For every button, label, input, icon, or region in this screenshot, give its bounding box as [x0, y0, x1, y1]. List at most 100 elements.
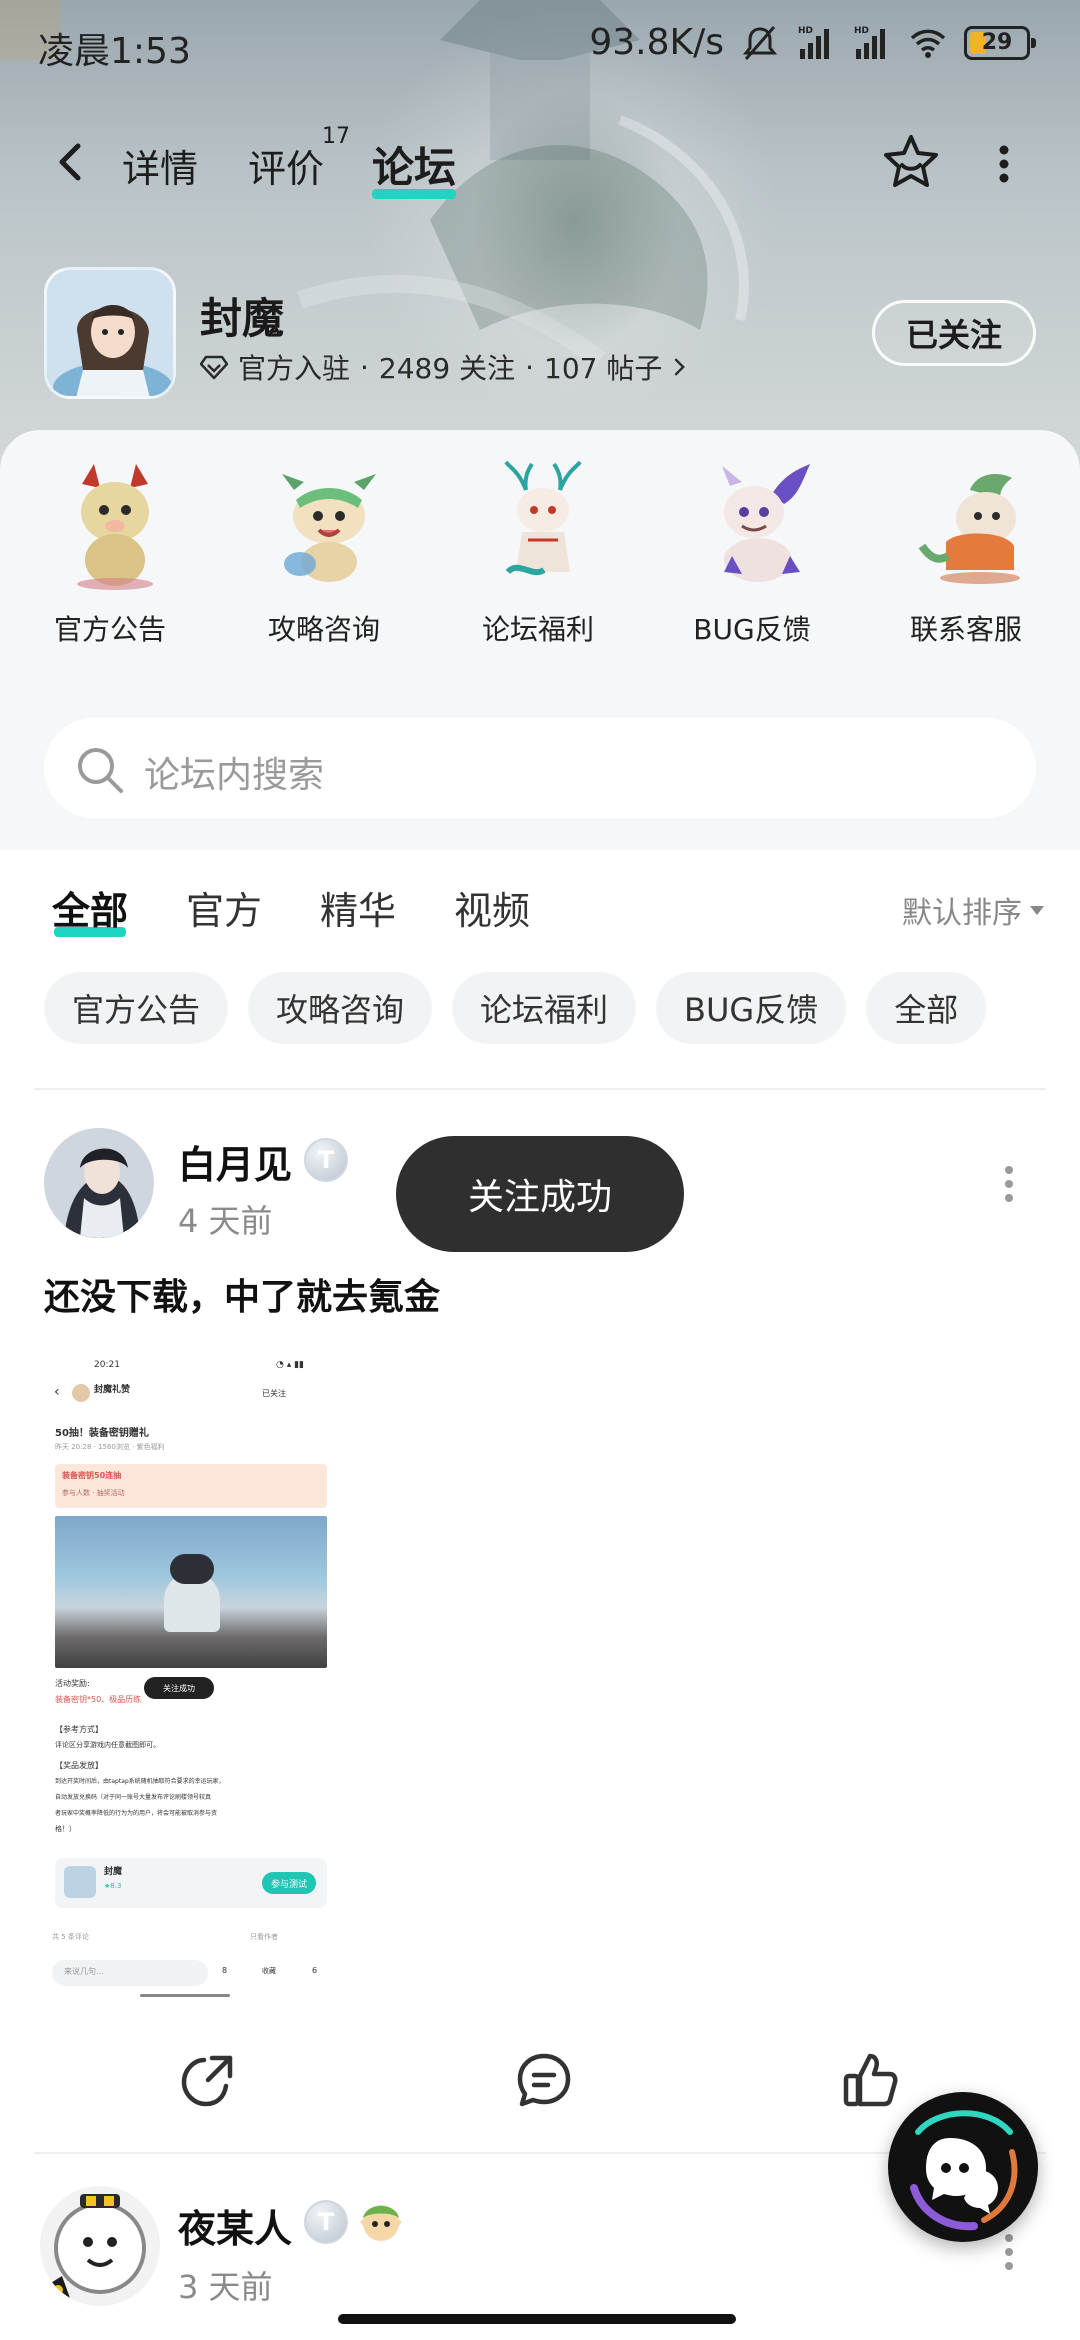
- character-badge-icon: [360, 2205, 402, 2241]
- game-info: 封魔 官方入驻 · 2489 关注 · 107 帖子 已关注: [0, 265, 1080, 405]
- category-bug-report[interactable]: BUG反馈: [652, 460, 852, 660]
- user-avatar-image: [40, 2186, 160, 2306]
- category-customer-service[interactable]: 联系客服: [866, 460, 1066, 660]
- post-count[interactable]: 107 帖子: [544, 347, 662, 387]
- category-benefits[interactable]: 论坛福利: [438, 460, 638, 660]
- favorite-star-icon[interactable]: [880, 132, 942, 194]
- shot-followed: 已关注: [262, 1389, 286, 1398]
- shot-fav-label: 收藏: [262, 1967, 276, 1975]
- shot-sec1-text: 评论区分享游戏内任意截图即可。: [55, 1741, 160, 1749]
- category-label: 论坛福利: [481, 613, 594, 646]
- category-label: BUG反馈: [693, 613, 811, 646]
- home-indicator[interactable]: [338, 2314, 736, 2324]
- wifi-icon: [910, 29, 946, 58]
- post-image[interactable]: 20:21 ◔ ▴ ▮▮ ‹ 封魔礼赞 已关注 50抽！装备密钥赠礼 昨天 20…: [44, 1354, 340, 2002]
- separator-dot: ·: [525, 350, 534, 384]
- bell-muted-icon: [742, 25, 778, 60]
- chip-strategy[interactable]: 攻略咨询: [248, 972, 433, 1044]
- chip-benefits[interactable]: 论坛福利: [452, 972, 637, 1044]
- post-author-name[interactable]: 白月见: [178, 1134, 292, 1189]
- post-author-name[interactable]: 夜某人: [178, 2198, 292, 2253]
- shot-comment-count: 6: [312, 1966, 318, 1975]
- game-header-banner: 凌晨1:53 93.8K/s HD HD 29 详情 评价 17 论坛 封魔 官…: [0, 0, 1080, 470]
- sort-label: 默认排序: [902, 896, 1022, 931]
- search-icon: [78, 748, 123, 793]
- post-filter-tabs: 全部 官方 精华 视频 默认排序: [0, 870, 1080, 950]
- shot-sec2-l1: 到达开奖时间后，由taptap系统随机抽取符合要求的幸运玩家，: [55, 1778, 225, 1785]
- shot-input-placeholder: 来说几句...: [64, 1967, 104, 1976]
- tab-details[interactable]: 详情: [122, 138, 198, 193]
- tab-reviews[interactable]: 评价 17: [248, 124, 350, 193]
- filter-tab-featured[interactable]: 精华: [320, 880, 396, 935]
- forum-sections-panel: 官方公告 攻略咨询 论坛福利 BUG反馈 联系客服 论坛内搜索: [0, 430, 1080, 850]
- signal-icon-2: HD: [854, 26, 885, 59]
- network-speed: 93.8K/s: [589, 22, 724, 63]
- section-chips: 官方公告 攻略咨询 论坛福利 BUG反馈 全部: [44, 972, 987, 1044]
- shot-sec2-l3: 者玩家中奖概率降低的行为为的用户，将会可能被取消参与资: [55, 1810, 218, 1817]
- shot-home-indicator: [140, 1994, 230, 1997]
- shot-app-title: 封魔礼赞: [94, 1385, 131, 1395]
- follower-count[interactable]: 2489 关注: [379, 347, 515, 387]
- share-icon[interactable]: [178, 2050, 238, 2110]
- chat-bubble-icon: [910, 2110, 1018, 2231]
- reviews-count-badge: 17: [322, 124, 351, 149]
- search-input[interactable]: 论坛内搜索: [144, 746, 324, 798]
- shot-post-meta: 昨天 20:28 · 1560浏览 · 紫色福利: [55, 1443, 165, 1451]
- filter-tab-official[interactable]: 官方: [186, 880, 262, 935]
- shot-author-filter: 只看作者: [250, 1933, 278, 1941]
- chip-official-notice[interactable]: 官方公告: [44, 972, 229, 1044]
- status-bar: 凌晨1:53 93.8K/s HD HD 29: [0, 0, 1080, 96]
- chip-all[interactable]: 全部: [866, 972, 987, 1044]
- shot-avatar: [72, 1384, 90, 1402]
- category-label: 攻略咨询: [267, 613, 380, 646]
- shot-reward-text: 装备密钥*50、极品历练: [55, 1695, 142, 1704]
- svg-text:HD: HD: [854, 26, 869, 36]
- shot-card-name: 封魔: [104, 1867, 123, 1877]
- shot-time: 20:21: [94, 1360, 120, 1370]
- tab-reviews-label: 评价: [248, 147, 325, 191]
- comment-icon[interactable]: [514, 2050, 574, 2110]
- avatar[interactable]: [44, 1128, 154, 1238]
- shot-join-button: 参与测试: [262, 1872, 316, 1894]
- game-stats: 官方入驻 · 2489 关注 · 107 帖子: [200, 347, 688, 387]
- tab-forum[interactable]: 论坛: [372, 134, 457, 199]
- category-label: 官方公告: [53, 613, 166, 646]
- battery-icon: 29: [964, 25, 1036, 60]
- svg-text:HD: HD: [798, 26, 813, 36]
- divider: [34, 1088, 1046, 1090]
- post-title[interactable]: 还没下载，中了就去氪金: [44, 1268, 440, 1320]
- post-more-icon[interactable]: [1002, 1164, 1016, 1204]
- chip-bug-report[interactable]: BUG反馈: [656, 972, 847, 1044]
- more-menu-icon[interactable]: [990, 140, 1018, 188]
- back-arrow-icon[interactable]: [50, 140, 94, 184]
- verified-diamond-icon: [200, 355, 228, 380]
- category-strategy[interactable]: 攻略咨询: [224, 460, 424, 660]
- game-icon[interactable]: [44, 267, 176, 399]
- dropdown-triangle-icon: [1030, 905, 1044, 915]
- category-official-notice[interactable]: 官方公告: [10, 460, 210, 660]
- status-time: 凌晨1:53: [38, 31, 191, 72]
- filter-tab-video[interactable]: 视频: [454, 880, 530, 935]
- post-time: 4 天前: [178, 1202, 273, 1240]
- shot-comments-count: 共 5 条评论: [52, 1933, 89, 1941]
- forum-search-bar[interactable]: 论坛内搜索: [44, 718, 1036, 818]
- shot-sec2-l2: 自动发放兑换码（对于同一账号大量发布评论刷楼领号较真: [55, 1794, 212, 1801]
- category-row: 官方公告 攻略咨询 论坛福利 BUG反馈 联系客服: [0, 460, 1080, 646]
- orange-lion-pet-icon: [918, 474, 1020, 584]
- floating-chat-button[interactable]: [888, 2092, 1038, 2242]
- shot-card-icon: [64, 1866, 96, 1898]
- top-navigation: 详情 评价 17 论坛: [0, 110, 1080, 210]
- shot-back-icon: ‹: [54, 1384, 60, 1400]
- green-dragon-pet-icon: [282, 474, 376, 582]
- shot-character-hair: [170, 1554, 214, 1584]
- category-label: 联系客服: [909, 613, 1022, 646]
- shot-like-count: 8: [222, 1966, 228, 1975]
- toast-follow-success: 关注成功: [396, 1136, 684, 1252]
- purple-winged-pet-icon: [722, 464, 810, 582]
- sort-dropdown[interactable]: 默认排序: [902, 888, 1044, 932]
- avatar[interactable]: [40, 2186, 160, 2306]
- shot-banner-sub: 参与人数 · 抽奖活动: [62, 1489, 125, 1497]
- filter-tab-all[interactable]: 全部: [52, 880, 128, 937]
- signal-icon: HD: [798, 26, 829, 59]
- followed-button[interactable]: 已关注: [872, 300, 1036, 366]
